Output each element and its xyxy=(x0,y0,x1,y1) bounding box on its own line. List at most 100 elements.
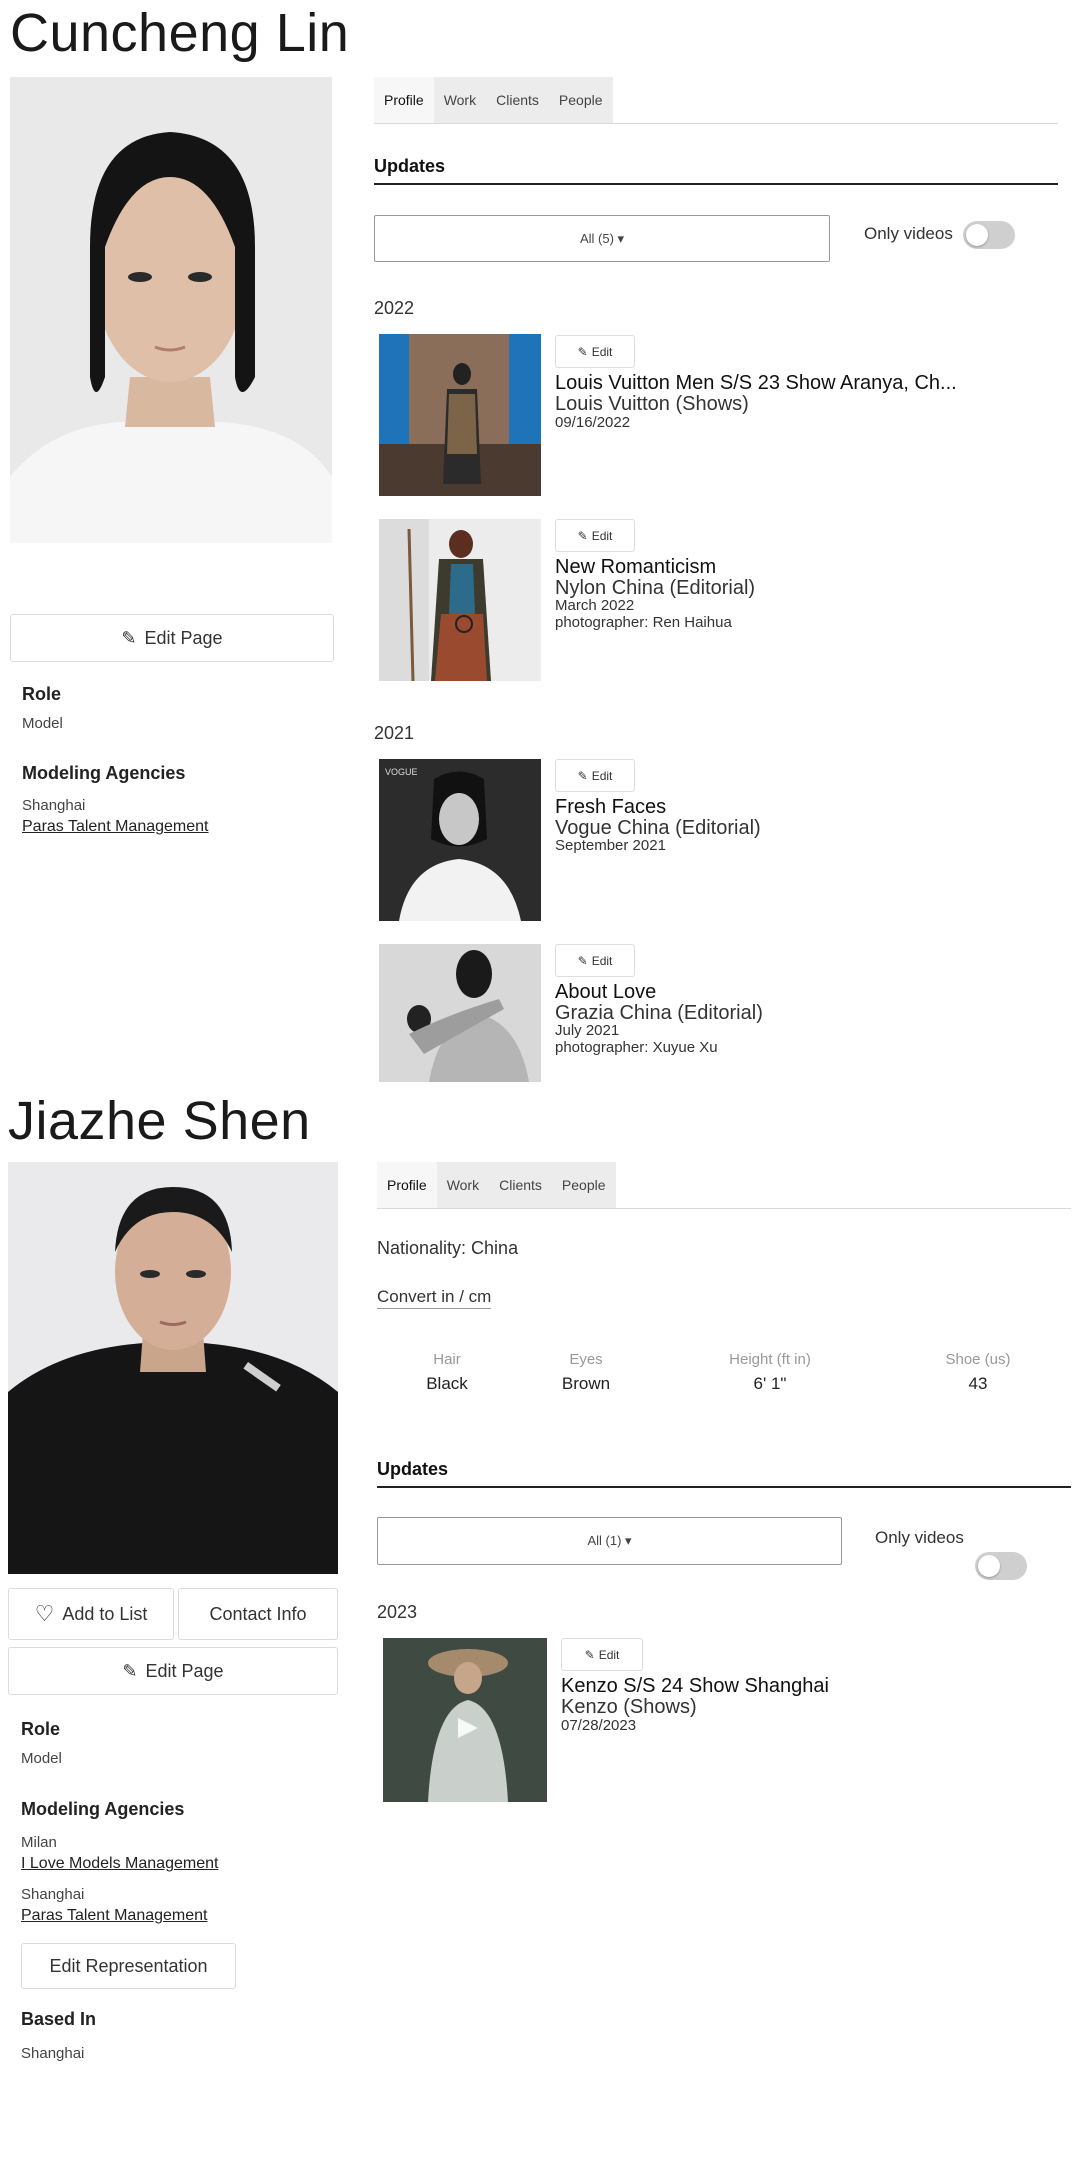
heart-icon: ♡ xyxy=(34,1601,55,1626)
tab-profile[interactable]: Profile xyxy=(374,77,434,123)
add-to-list-button[interactable]: ♡ Add to List xyxy=(8,1588,174,1640)
modeling-agencies-label: Modeling Agencies xyxy=(21,1799,185,1819)
edit-update-button[interactable]: ✎ Edit xyxy=(555,335,635,368)
stat-label: Shoe (us) xyxy=(945,1351,1011,1368)
only-videos-label: Only videos xyxy=(864,224,953,243)
tab-people[interactable]: People xyxy=(548,77,613,123)
agency-link[interactable]: Paras Talent Management xyxy=(22,818,208,836)
edit-representation-label: Edit Representation xyxy=(49,1955,208,1976)
update-thumbnail[interactable] xyxy=(383,1638,547,1802)
updates-filter-select[interactable]: All (1) ▾ xyxy=(377,1517,842,1565)
stat-label: Hair xyxy=(433,1351,461,1368)
profile-tabs: Profile Work Clients People xyxy=(374,77,1058,124)
add-to-list-label: Add to List xyxy=(62,1603,148,1624)
stat-shoe: Shoe (us) 43 xyxy=(908,1351,1048,1394)
update-thumbnail[interactable] xyxy=(379,944,541,1082)
only-videos-toggle[interactable] xyxy=(963,221,1015,249)
edit-page-label: Edit Page xyxy=(144,627,223,648)
edit-label: Edit xyxy=(591,344,613,359)
pencil-icon: ✎ xyxy=(577,953,588,968)
edit-update-button[interactable]: ✎ Edit xyxy=(561,1638,643,1671)
year-heading: 2022 xyxy=(374,298,415,318)
edit-label: Edit xyxy=(591,528,613,543)
update-title[interactable]: Fresh Faces xyxy=(555,796,666,819)
tab-profile[interactable]: Profile xyxy=(377,1162,437,1208)
edit-page-button[interactable]: ✎ Edit Page xyxy=(8,1647,338,1695)
edit-update-button[interactable]: ✎ Edit xyxy=(555,759,635,792)
update-thumbnail[interactable] xyxy=(379,334,541,496)
based-in-label: Based In xyxy=(21,2009,97,2029)
role-label: Role xyxy=(21,1719,61,1739)
profile-tabs: Profile Work Clients People xyxy=(377,1162,1071,1209)
update-title[interactable]: Louis Vuitton Men S/S 23 Show Aranya, Ch… xyxy=(555,372,957,395)
update-date: March 2022 xyxy=(555,597,635,614)
tab-work[interactable]: Work xyxy=(436,1162,490,1208)
agency-link[interactable]: Paras Talent Management xyxy=(21,1907,207,1925)
pencil-icon: ✎ xyxy=(122,1660,138,1681)
profile-photo xyxy=(8,1162,338,1574)
contact-info-button[interactable]: Contact Info xyxy=(178,1588,338,1640)
stat-label: Height (ft in) xyxy=(729,1351,811,1368)
pencil-icon: ✎ xyxy=(577,344,588,359)
profile-photo xyxy=(10,77,332,543)
profile-name: Jiazhe Shen xyxy=(8,1091,311,1151)
modeling-agencies-label: Modeling Agencies xyxy=(22,763,186,783)
convert-units-link[interactable]: Convert in / cm xyxy=(377,1287,492,1309)
edit-update-button[interactable]: ✎ Edit xyxy=(555,519,635,552)
role-value: Model xyxy=(22,715,63,732)
update-photographer: photographer: Xuyue Xu xyxy=(555,1039,718,1056)
contact-info-label: Contact Info xyxy=(209,1603,307,1624)
stat-value: Brown xyxy=(561,1374,611,1393)
svg-text:VOGUE: VOGUE xyxy=(385,767,418,777)
stat-eyes: Eyes Brown xyxy=(516,1351,656,1394)
edit-page-button[interactable]: ✎ Edit Page xyxy=(10,614,334,662)
edit-label: Edit xyxy=(591,768,613,783)
pencil-icon: ✎ xyxy=(121,627,137,648)
tab-work[interactable]: Work xyxy=(433,77,487,123)
stat-value: 6' 1" xyxy=(753,1374,787,1393)
tab-clients[interactable]: Clients xyxy=(486,77,549,123)
role-label: Role xyxy=(22,684,62,704)
edit-label: Edit xyxy=(591,953,613,968)
update-thumbnail[interactable]: VOGUE xyxy=(379,759,541,921)
update-date: July 2021 xyxy=(555,1022,620,1039)
stat-hair: Hair Black xyxy=(377,1351,517,1394)
update-photographer: photographer: Ren Haihua xyxy=(555,614,732,631)
only-videos-toggle[interactable] xyxy=(975,1552,1027,1580)
update-title[interactable]: New Romanticism xyxy=(555,556,716,579)
role-value: Model xyxy=(21,1750,62,1767)
update-subtitle: Louis Vuitton (Shows) xyxy=(555,393,749,415)
year-heading: 2021 xyxy=(374,723,415,743)
agency-city: Shanghai xyxy=(21,1886,85,1903)
pencil-icon: ✎ xyxy=(577,768,588,783)
update-title[interactable]: Kenzo S/S 24 Show Shanghai xyxy=(561,1675,829,1698)
pencil-icon: ✎ xyxy=(584,1647,595,1662)
agency-link[interactable]: I Love Models Management xyxy=(21,1855,218,1873)
update-date: 07/28/2023 xyxy=(561,1717,637,1734)
nationality: Nationality: China xyxy=(377,1238,519,1258)
edit-label: Edit xyxy=(598,1647,620,1662)
edit-representation-button[interactable]: Edit Representation xyxy=(21,1943,236,1989)
update-date: 09/16/2022 xyxy=(555,414,631,431)
updates-filter-select[interactable]: All (5) ▾ xyxy=(374,215,830,262)
stat-value: Black xyxy=(426,1374,468,1393)
stat-label: Eyes xyxy=(569,1351,603,1368)
edit-page-label: Edit Page xyxy=(145,1660,224,1681)
based-in-value: Shanghai xyxy=(21,2045,85,2062)
edit-update-button[interactable]: ✎ Edit xyxy=(555,944,635,977)
agency-city: Shanghai xyxy=(22,797,86,814)
stat-height: Height (ft in) 6' 1" xyxy=(690,1351,850,1394)
updates-heading: Updates xyxy=(377,1459,1071,1488)
update-title[interactable]: About Love xyxy=(555,981,656,1004)
pencil-icon: ✎ xyxy=(577,528,588,543)
tab-people[interactable]: People xyxy=(551,1162,616,1208)
only-videos-label: Only videos xyxy=(875,1528,964,1547)
tab-clients[interactable]: Clients xyxy=(489,1162,552,1208)
year-heading: 2023 xyxy=(377,1602,418,1622)
updates-heading: Updates xyxy=(374,156,1058,185)
update-thumbnail[interactable] xyxy=(379,519,541,681)
update-date: September 2021 xyxy=(555,837,666,854)
update-subtitle: Kenzo (Shows) xyxy=(561,1696,697,1718)
agency-city: Milan xyxy=(21,1834,57,1851)
profile-name: Cuncheng Lin xyxy=(10,3,350,63)
